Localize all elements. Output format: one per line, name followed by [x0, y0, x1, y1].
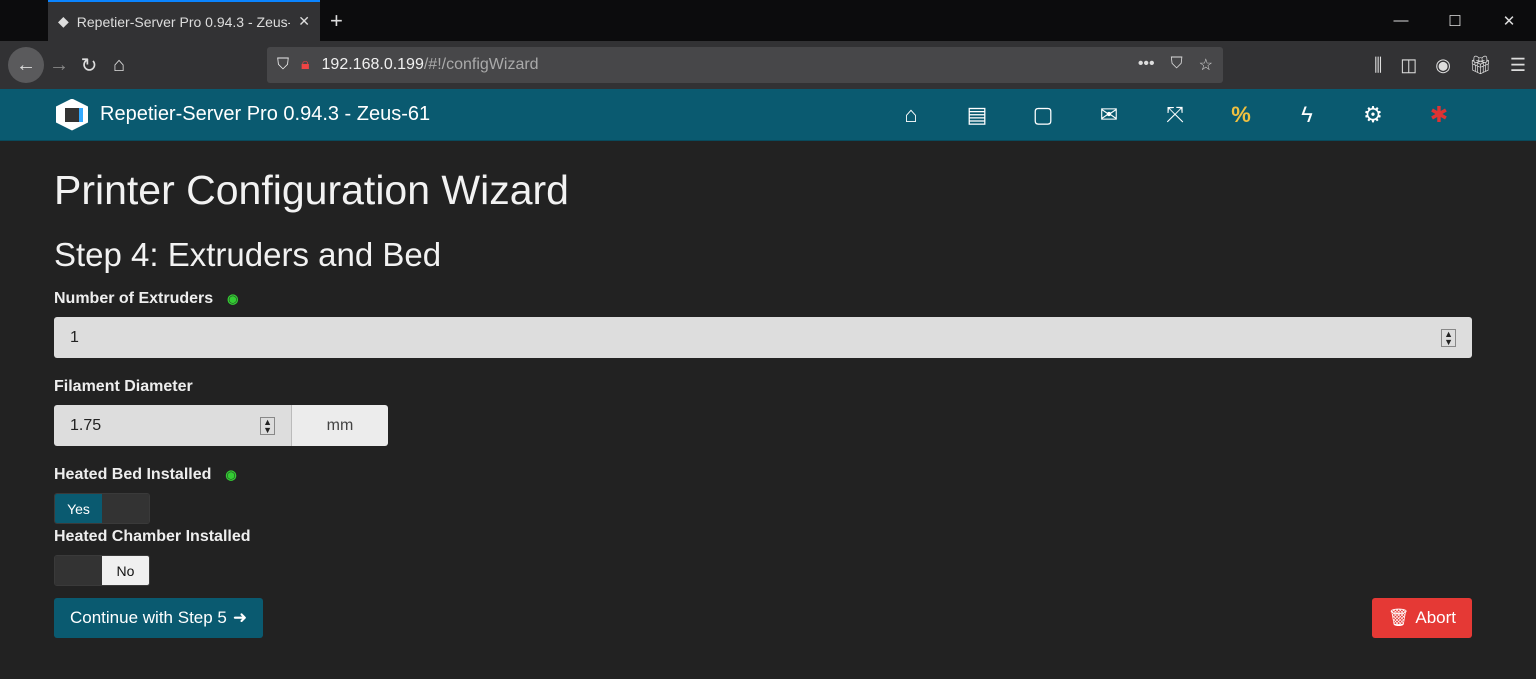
favicon-icon: ◆: [58, 13, 69, 29]
new-tab-button[interactable]: +: [330, 8, 343, 34]
tab-title: Repetier-Server Pro 0.94.3 - Zeus-61: [76, 13, 291, 30]
library-icon[interactable]: ⫼: [1374, 55, 1382, 76]
ok-circle-icon: ◉: [225, 467, 237, 482]
repetier-logo: [56, 98, 88, 131]
toggle-off: No: [102, 556, 149, 585]
envelope-icon[interactable]: ✉: [1076, 102, 1142, 128]
shield-icon: ⛉: [277, 56, 290, 73]
spinner-icon[interactable]: ▲ ▼: [260, 416, 275, 435]
back-button[interactable]: ←: [8, 47, 44, 83]
step-title: Step 4: Extruders and Bed: [54, 236, 442, 273]
app-header: Repetier-Server Pro 0.94.3 - Zeus-61 ⌂ ▤…: [0, 89, 1536, 141]
page-title: Printer Configuration Wizard: [54, 167, 569, 213]
home-icon[interactable]: ⌂: [878, 102, 944, 128]
filament-diameter-input[interactable]: 1.75 ▲ ▼: [54, 405, 291, 446]
heated-chamber-label: Heated Chamber Installed: [54, 528, 251, 545]
extruders-input[interactable]: 1 ▲ ▼: [54, 317, 1472, 358]
minimize-button[interactable]: —: [1374, 0, 1428, 41]
archive-icon[interactable]: ▤: [944, 102, 1010, 128]
more-icon[interactable]: •••: [1138, 55, 1155, 75]
uk-flag-icon[interactable]: ✱: [1406, 102, 1472, 128]
extruders-label: Number of Extruders ◉: [54, 290, 239, 307]
toggle-on: Yes: [55, 494, 102, 523]
percent-icon[interactable]: %: [1208, 102, 1274, 128]
heated-bed-toggle[interactable]: Yes: [54, 493, 150, 524]
heated-chamber-toggle[interactable]: No: [54, 555, 150, 586]
forward-button[interactable]: →: [44, 50, 74, 80]
expand-icon[interactable]: ⤧: [1142, 102, 1208, 128]
insecure-lock-icon: 🔒︎: [301, 56, 310, 73]
account-icon[interactable]: ◉: [1435, 55, 1451, 76]
close-tab-icon[interactable]: ✕: [298, 13, 310, 30]
url-path: /#!/configWizard: [423, 56, 539, 73]
browser-navbar: ← → ↻ ⌂ ⛉ 🔒︎ 192.168.0.199/#!/configWiza…: [0, 41, 1536, 89]
close-window-button[interactable]: ✕: [1482, 0, 1536, 41]
browser-tab[interactable]: ◆ Repetier-Server Pro 0.94.3 - Zeus-61 ✕: [48, 0, 320, 41]
continue-button[interactable]: Continue with Step 5 ➜: [54, 598, 264, 638]
printer-icon[interactable]: ▢: [1010, 102, 1076, 128]
menu-icon[interactable]: ☰: [1510, 55, 1526, 76]
maximize-button[interactable]: ☐: [1428, 0, 1482, 41]
url-bar[interactable]: ⛉ 🔒︎ 192.168.0.199/#!/configWizard ••• ⛉ ☆: [267, 47, 1223, 83]
trash-icon: 🗑︎: [1387, 608, 1410, 627]
spinner-icon[interactable]: ▲ ▼: [1441, 328, 1456, 347]
app-title[interactable]: Repetier-Server Pro 0.94.3 - Zeus-61: [100, 103, 430, 126]
bolt-icon[interactable]: ϟ: [1274, 102, 1340, 128]
unit-addon: mm: [291, 405, 388, 446]
filament-label: Filament Diameter: [54, 378, 193, 395]
reload-button[interactable]: ↻: [74, 50, 104, 80]
gear-icon[interactable]: ⚙: [1340, 102, 1406, 128]
bookmark-star-icon[interactable]: ☆: [1199, 55, 1213, 75]
pocket-icon[interactable]: ⛉: [1171, 55, 1183, 75]
browser-tabbar: ◆ Repetier-Server Pro 0.94.3 - Zeus-61 ✕…: [0, 0, 1536, 41]
ok-circle-icon: ◉: [227, 291, 239, 306]
home-button[interactable]: ⌂: [104, 50, 134, 80]
sidebar-icon[interactable]: ◫: [1400, 55, 1417, 76]
arrow-circle-right-icon: ➜: [232, 608, 248, 627]
gift-icon[interactable]: 🎁︎: [1469, 55, 1492, 76]
abort-button[interactable]: 🗑︎ Abort: [1371, 598, 1472, 638]
url-host: 192.168.0.199: [321, 56, 424, 73]
heated-bed-label: Heated Bed Installed ◉: [54, 466, 237, 483]
